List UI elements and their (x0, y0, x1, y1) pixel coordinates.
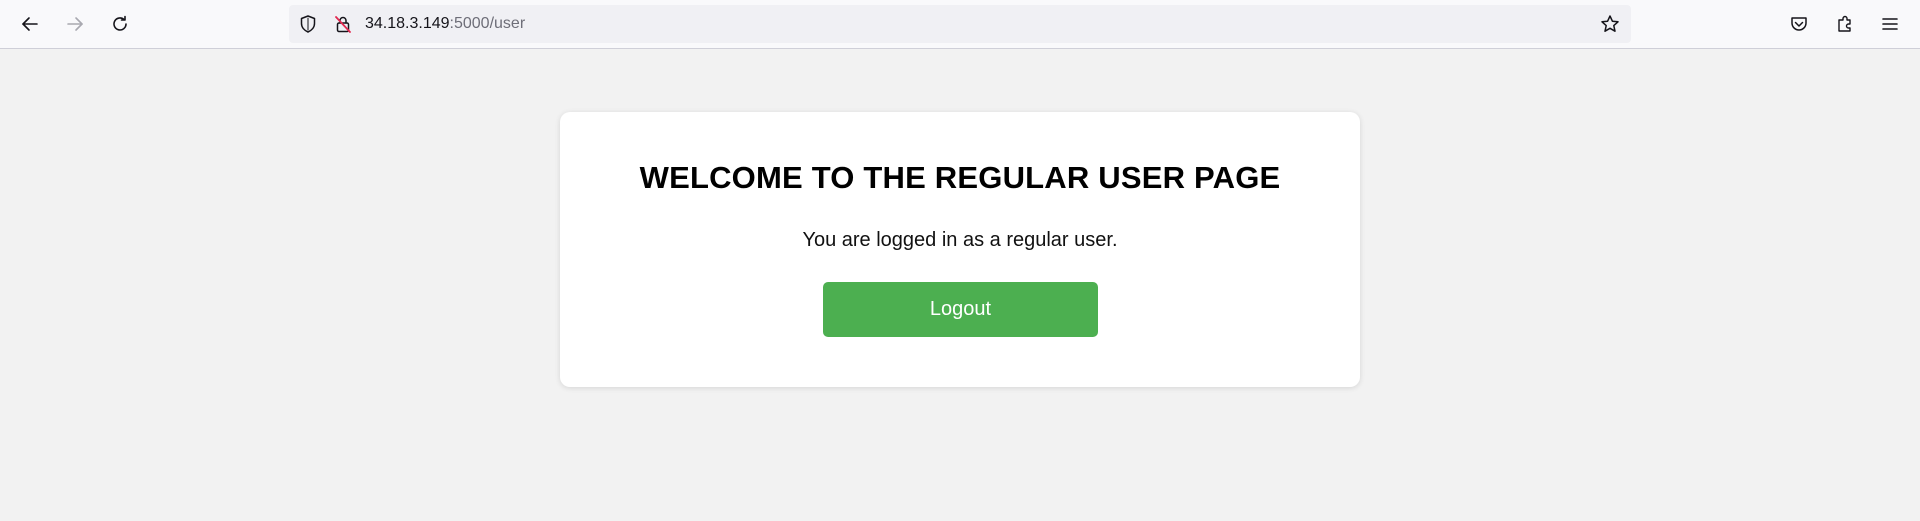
pocket-icon (1791, 17, 1807, 31)
browser-toolbar: 34.18.3.149:5000/user (0, 0, 1920, 49)
page-title: WELCOME TO THE REGULAR USER PAGE (639, 160, 1281, 195)
menu-button[interactable] (1874, 8, 1906, 40)
forward-arrow-icon (67, 17, 83, 31)
url-bar[interactable]: 34.18.3.149:5000/user (289, 5, 1631, 43)
reload-button[interactable] (104, 8, 136, 40)
url-path: :5000/user (449, 15, 526, 32)
reload-icon (113, 15, 127, 31)
user-card: WELCOME TO THE REGULAR USER PAGE You are… (560, 112, 1360, 387)
back-arrow-icon (22, 17, 38, 31)
pocket-button[interactable] (1783, 8, 1815, 40)
extensions-button[interactable] (1829, 8, 1861, 40)
login-status-message: You are logged in as a regular user. (802, 229, 1118, 251)
star-icon[interactable] (1600, 14, 1620, 34)
hamburger-menu-icon (1882, 18, 1898, 30)
url-text[interactable]: 34.18.3.149:5000/user (365, 5, 525, 43)
puzzle-icon (1838, 15, 1851, 32)
back-button[interactable] (14, 8, 46, 40)
url-host: 34.18.3.149 (365, 15, 450, 32)
logout-button[interactable]: Logout (823, 282, 1098, 337)
shield-icon[interactable] (298, 14, 318, 34)
forward-button[interactable] (59, 8, 91, 40)
insecure-lock-icon[interactable] (333, 14, 353, 34)
